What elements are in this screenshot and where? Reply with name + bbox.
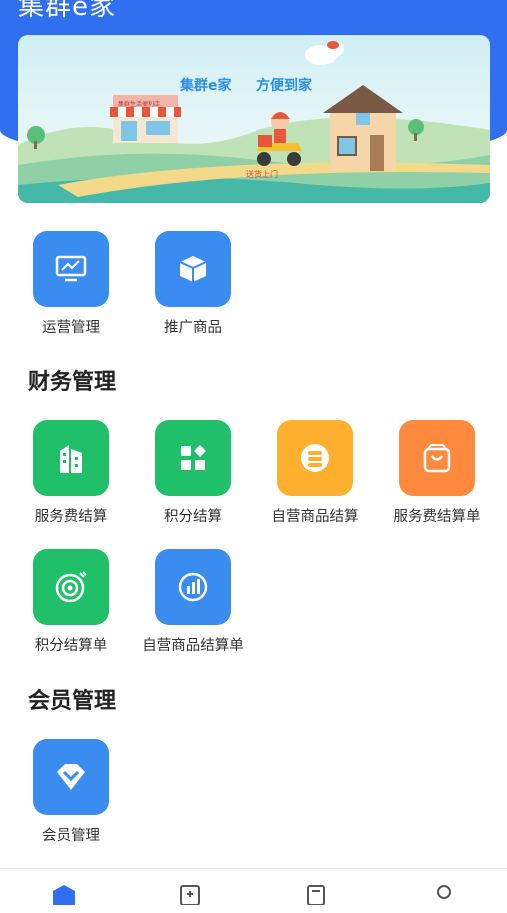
- banner-delivery-caption: 送货上门: [246, 170, 278, 179]
- tile-label: 积分结算单: [34, 638, 108, 654]
- app-title: 集群e家: [18, 0, 116, 22]
- tile-icon-box: [33, 420, 109, 496]
- box-icon: [179, 256, 207, 282]
- tab-home[interactable]: [44, 883, 84, 913]
- promo-banner[interactable]: 集群e家 方便到家 集群生活便利店 送货上门: [18, 35, 490, 203]
- tile-label: 自营商品结算: [271, 509, 359, 525]
- section-title-member: 会员管理: [28, 689, 117, 714]
- tile-icon-box: [277, 420, 353, 496]
- tab-profile[interactable]: [424, 883, 464, 913]
- home-icon: [53, 885, 75, 905]
- tile-icon-box: [33, 549, 109, 625]
- tile-label: 自营商品结算单: [142, 638, 244, 654]
- tile-label: 会员管理: [42, 828, 100, 844]
- banner-shop-sign: 集群生活便利店: [118, 101, 161, 108]
- tile-points-statement[interactable]: 积分结算单: [10, 549, 132, 659]
- tile-icon-box: [155, 420, 231, 496]
- banner-slogan-left: 集群e家: [180, 78, 232, 94]
- document-icon: [307, 885, 325, 905]
- tile-label: 运营管理: [42, 320, 100, 336]
- tab-orders[interactable]: [296, 883, 336, 913]
- tile-icon-box: [33, 739, 109, 815]
- tile-member-management[interactable]: 会员管理: [10, 739, 132, 849]
- user-icon: [437, 885, 451, 899]
- diamond-icon: [57, 764, 85, 790]
- tile-label: 推广商品: [164, 320, 222, 336]
- banner-slogan-right: 方便到家: [256, 78, 312, 94]
- tile-icon-box: [399, 420, 475, 496]
- target-icon: [55, 571, 87, 603]
- grid-icon: [181, 445, 206, 470]
- bar-chart-icon: [178, 572, 208, 602]
- section-title-finance: 财务管理: [28, 370, 117, 395]
- tile-icon-box: [33, 231, 109, 307]
- coin-stack-icon: [301, 444, 329, 472]
- tile-label: 服务费结算单: [393, 509, 481, 525]
- shopping-bag-icon: [423, 444, 451, 473]
- monitor-icon: [55, 255, 87, 282]
- tile-self-operated-statement[interactable]: 自营商品结算单: [132, 549, 254, 659]
- tile-label: 积分结算: [164, 509, 222, 525]
- tile-promoted-products[interactable]: 推广商品: [132, 231, 254, 341]
- tile-icon-box: [155, 549, 231, 625]
- tab-statistics[interactable]: [170, 883, 210, 913]
- tile-icon-box: [155, 231, 231, 307]
- tile-points-settlement[interactable]: 积分结算: [132, 420, 254, 530]
- building-icon: [60, 445, 82, 473]
- chart-icon: [180, 885, 200, 905]
- tile-self-operated-settlement[interactable]: 自营商品结算: [254, 420, 376, 530]
- tile-service-fee-statement[interactable]: 服务费结算单: [376, 420, 498, 530]
- tile-label: 服务费结算: [34, 509, 108, 525]
- bottom-tab-bar: [0, 868, 507, 905]
- tile-service-fee-settlement[interactable]: 服务费结算: [10, 420, 132, 530]
- tile-operations-management[interactable]: 运营管理: [10, 231, 132, 341]
